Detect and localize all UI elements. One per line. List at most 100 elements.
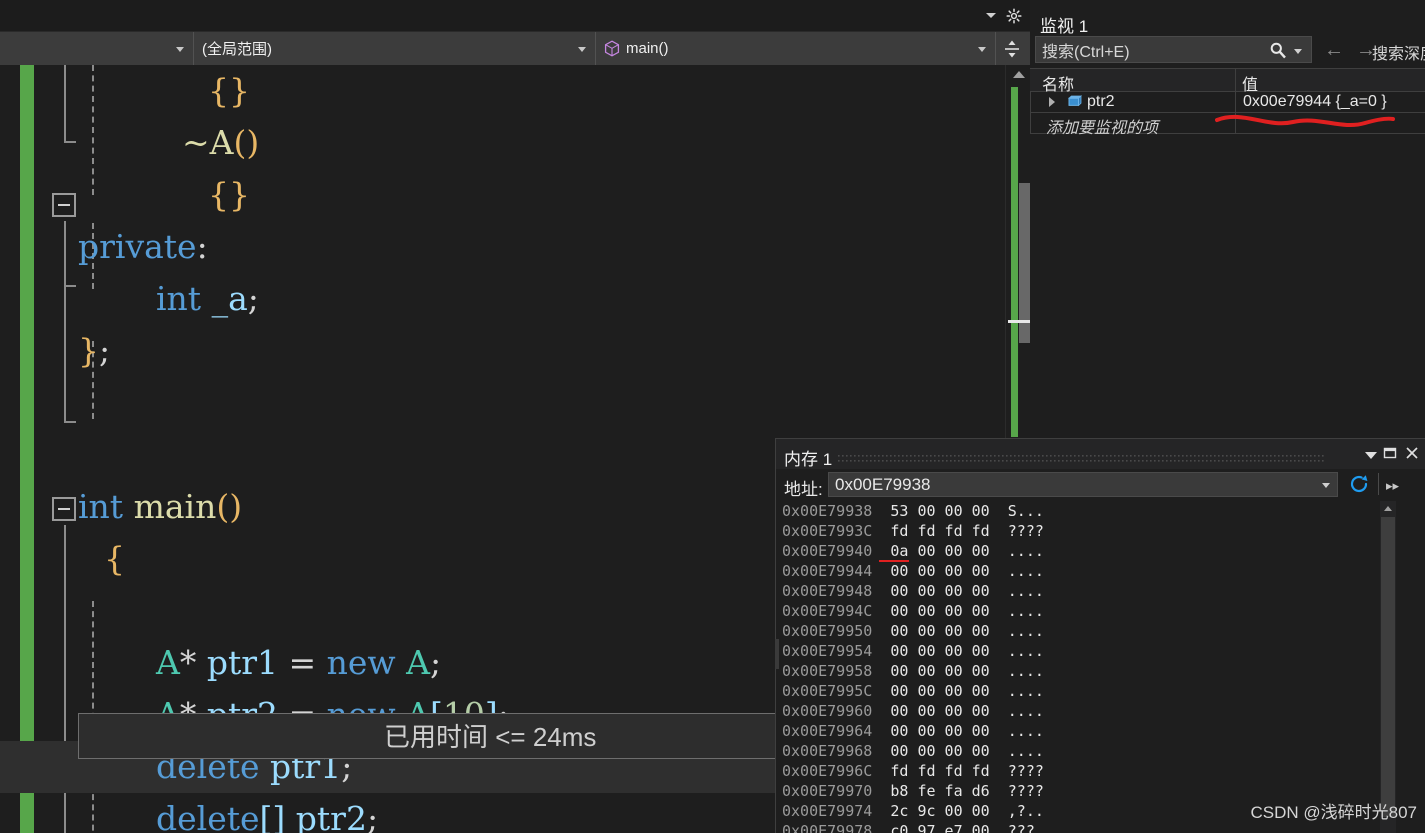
- code-line[interactable]: private:: [0, 221, 1005, 273]
- memory-address-label: 地址:: [784, 480, 823, 499]
- member-selector-label: main(): [626, 40, 669, 57]
- memory-row[interactable]: 0x00E7995C 00 00 00 00 ....: [776, 681, 1425, 701]
- scrollbar-thumb[interactable]: [1381, 517, 1395, 817]
- memory-row[interactable]: 0x00E7994C 00 00 00 00 ....: [776, 601, 1425, 621]
- split-view-button[interactable]: [996, 32, 1028, 65]
- memory-row[interactable]: 0x00E7993C fd fd fd fd ????: [776, 521, 1425, 541]
- arrow-left-icon[interactable]: ←: [1322, 38, 1346, 62]
- code-token: :: [196, 227, 208, 266]
- split-view-icon: [1005, 40, 1019, 57]
- code-line[interactable]: ~A(): [0, 117, 1005, 169]
- magnifier-icon[interactable]: [1269, 41, 1287, 59]
- watch-table-header: 名称 值: [1030, 68, 1425, 94]
- code-token: []: [259, 799, 286, 833]
- watch-search-row: 搜索(Ctrl+E) ← →: [1030, 36, 1425, 65]
- memory-dump-list[interactable]: 0x00E79938 53 00 00 00 S... 0x00E7993C fd…: [776, 501, 1425, 833]
- memory-row-address: 0x00E79958: [782, 662, 873, 680]
- memory-row-ascii: ....: [989, 662, 1044, 680]
- scroll-up-icon[interactable]: [1384, 506, 1392, 511]
- memory-vertical-scrollbar[interactable]: [1380, 501, 1396, 833]
- memory-row-address: 0x00E79970: [782, 782, 873, 800]
- watch-search-input[interactable]: 搜索(Ctrl+E): [1035, 36, 1312, 63]
- memory-row[interactable]: 0x00E79968 00 00 00 00 ....: [776, 741, 1425, 761]
- memory-row-hex: c0 97 e7 00: [872, 822, 990, 833]
- watch-panel-title: 监视 1: [1040, 17, 1089, 36]
- memory-row-address: 0x00E79954: [782, 642, 873, 660]
- code-token: A: [209, 123, 234, 162]
- code-token: ~: [182, 123, 210, 162]
- column-divider[interactable]: [1235, 69, 1236, 93]
- maximize-icon[interactable]: [1381, 445, 1399, 463]
- row-left-divider: [1030, 92, 1031, 113]
- memory-row[interactable]: 0x00E79940 0a 00 00 00 ....: [776, 541, 1425, 561]
- memory-row-address: 0x00E7993C: [782, 522, 873, 540]
- memory-row-address: 0x00E79944: [782, 562, 873, 580]
- member-selector[interactable]: main(): [596, 32, 996, 65]
- red-annotation-underline: [879, 560, 909, 562]
- overflow-chevron-icon[interactable]: ▸▸: [1386, 478, 1399, 494]
- code-token: (): [233, 123, 260, 162]
- code-token: }: [78, 331, 99, 370]
- refresh-icon[interactable]: [1348, 473, 1370, 495]
- code-token: *: [179, 643, 207, 682]
- code-line[interactable]: };: [0, 325, 1005, 377]
- memory-row[interactable]: 0x00E79948 00 00 00 00 ....: [776, 581, 1425, 601]
- memory-row-ascii: ....: [989, 542, 1044, 560]
- panel-resize-handle[interactable]: [775, 639, 779, 669]
- code-token: {}: [208, 175, 250, 214]
- scope-selector[interactable]: (全局范围): [194, 32, 596, 65]
- chevron-right-icon[interactable]: [1049, 97, 1055, 107]
- watch-add-placeholder: 添加要监视的项: [1046, 120, 1159, 137]
- memory-row-ascii: S...: [989, 502, 1044, 520]
- memory-row[interactable]: 0x00E79960 00 00 00 00 ....: [776, 701, 1425, 721]
- chevron-down-icon[interactable]: [1322, 483, 1330, 488]
- code-token: ;: [99, 331, 111, 370]
- variable-icon: [1065, 95, 1083, 110]
- toolbar-divider: [1378, 473, 1379, 495]
- memory-row[interactable]: 0x00E79958 00 00 00 00 ....: [776, 661, 1425, 681]
- memory-row[interactable]: 0x00E79944 00 00 00 00 ....: [776, 561, 1425, 581]
- code-token: {: [104, 539, 125, 578]
- memory-row[interactable]: 0x00E79954 00 00 00 00 ....: [776, 641, 1425, 661]
- memory-row[interactable]: 0x00E79964 00 00 00 00 ....: [776, 721, 1425, 741]
- memory-address-input[interactable]: 0x00E79938: [828, 472, 1338, 497]
- close-icon[interactable]: [1403, 445, 1421, 463]
- scrollbar-caret-marker: [1008, 320, 1030, 323]
- memory-row[interactable]: 0x00E79938 53 00 00 00 S...: [776, 501, 1425, 521]
- memory-row-address: 0x00E79978: [782, 822, 873, 833]
- watch-search-depth-label[interactable]: 搜索深度: [1372, 40, 1425, 64]
- chevron-down-icon[interactable]: [1294, 49, 1302, 54]
- code-token: ;: [247, 279, 259, 318]
- scroll-up-icon[interactable]: [1013, 71, 1025, 78]
- memory-row[interactable]: 0x00E79950 00 00 00 00 ....: [776, 621, 1425, 641]
- memory-row-hex: 00 00 00 00: [872, 562, 990, 580]
- project-selector[interactable]: [0, 32, 194, 65]
- memory-row-hex: 00 00 00 00: [872, 722, 990, 740]
- memory-row-ascii: ....: [989, 722, 1044, 740]
- memory-address-value: 0x00E79938: [835, 475, 931, 494]
- code-token: ;: [430, 643, 442, 682]
- drag-grip[interactable]: [838, 450, 1325, 462]
- red-annotation-squiggle: [1215, 114, 1395, 128]
- gear-icon[interactable]: [1006, 8, 1022, 24]
- memory-row-address: 0x00E79960: [782, 702, 873, 720]
- memory-titlebar: 内存 1: [776, 439, 1425, 469]
- memory-row-address: 0x00E79950: [782, 622, 873, 640]
- chevron-down-icon[interactable]: [1365, 452, 1377, 459]
- scrollbar-thumb[interactable]: [1019, 183, 1030, 343]
- memory-row-address: 0x00E79940: [782, 542, 873, 560]
- chevron-down-icon: [176, 47, 184, 52]
- memory-row[interactable]: 0x00E7996C fd fd fd fd ????: [776, 761, 1425, 781]
- code-line[interactable]: int _a;: [0, 273, 1005, 325]
- memory-row-hex: 00 00 00 00: [872, 622, 990, 640]
- code-line[interactable]: [0, 377, 1005, 429]
- memory-row-address: 0x00E7994C: [782, 602, 873, 620]
- code-token: A: [156, 643, 180, 682]
- memory-row-address: 0x00E79974: [782, 802, 873, 820]
- chevron-down-icon[interactable]: [986, 13, 996, 18]
- editor-vertical-scrollbar[interactable]: [1005, 65, 1030, 444]
- memory-row-address: 0x00E79948: [782, 582, 873, 600]
- code-line[interactable]: {}: [0, 65, 1005, 117]
- code-line[interactable]: {}: [0, 169, 1005, 221]
- memory-row-hex: fd fd fd fd: [872, 522, 990, 540]
